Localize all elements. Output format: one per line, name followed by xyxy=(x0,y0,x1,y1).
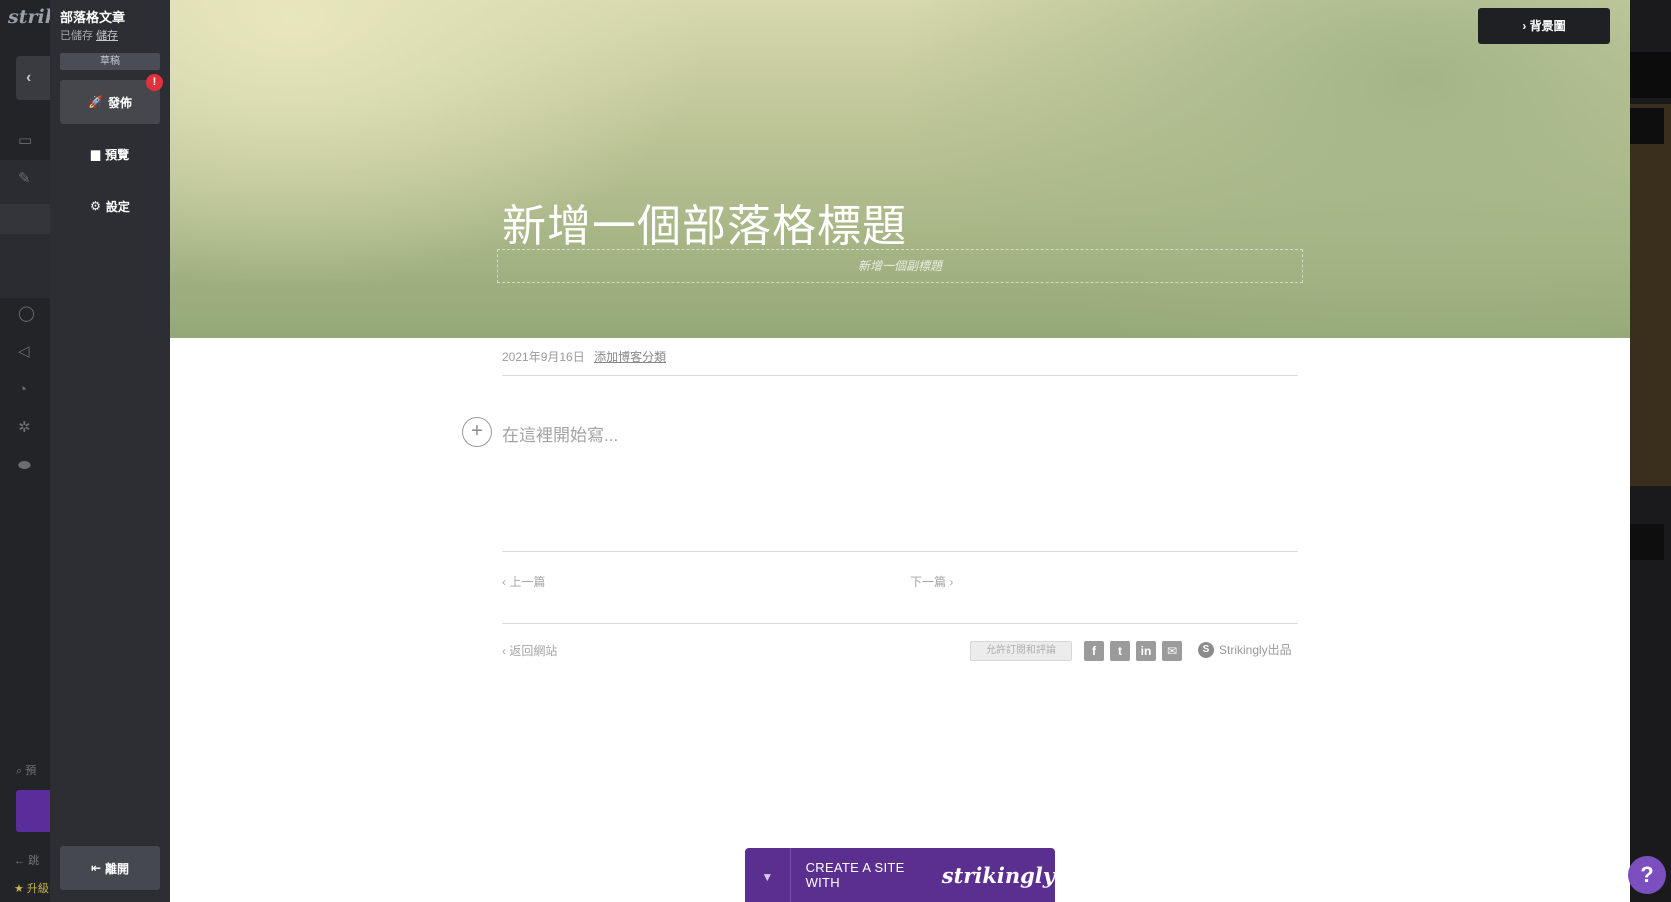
gear-icon: ✲ xyxy=(18,419,31,436)
allow-comments-toggle[interactable]: 允許訂閱和評論 xyxy=(970,641,1072,661)
store-icon: ▭ xyxy=(18,132,33,149)
chart-icon: ◔ xyxy=(18,381,28,398)
background-search-label: 預 xyxy=(25,765,37,777)
exit-icon: ⇤ xyxy=(90,861,102,875)
chevron-down-icon[interactable]: ▼ xyxy=(745,848,791,902)
pen-icon: ✎ xyxy=(18,170,31,187)
add-block-button[interactable]: + xyxy=(462,417,492,447)
previous-post-label: 上一篇 xyxy=(509,575,546,589)
post-date: 2021年9月16日 xyxy=(502,350,585,364)
preview-label: 預覽 xyxy=(105,147,130,162)
strikingly-logo-icon: S xyxy=(1198,641,1214,658)
next-post-link[interactable]: 下一篇 › xyxy=(910,573,953,590)
background-upgrade-link: ★ 升級 xyxy=(14,883,49,895)
back-to-site-label: 返回網站 xyxy=(509,644,558,658)
background-right-panel xyxy=(1630,104,1671,486)
preview-button[interactable]: ▆ 預覽 xyxy=(60,139,160,169)
save-status-text: 已儲存 xyxy=(60,30,93,42)
save-status: 已儲存 儲存 xyxy=(60,27,118,43)
next-post-label: 下一篇 xyxy=(910,575,947,589)
powered-by-label: Strikingly出品 xyxy=(1219,643,1292,657)
settings-label: 設定 xyxy=(105,199,130,214)
blog-post-preview: › 背景圖 新增一個部落格標題 新增一個副標題 2021年9月16日 添加博客分… xyxy=(170,0,1630,902)
subtitle-input[interactable]: 新增一個副標題 xyxy=(497,249,1303,283)
divider xyxy=(502,375,1298,376)
twitter-icon[interactable]: t xyxy=(1110,641,1130,661)
background-bottom-link: ← 跳 xyxy=(14,855,40,867)
leave-label: 離開 xyxy=(105,861,130,876)
back-to-site-link[interactable]: ‹ 返回網站 xyxy=(502,642,557,659)
megaphone-icon: ◁ xyxy=(18,343,30,360)
cta-text: CREATE A SITE WITH xyxy=(805,860,905,890)
leave-button[interactable]: ⇤ 離開 xyxy=(60,846,160,890)
editor-side-panel xyxy=(50,0,170,902)
powered-by[interactable]: S Strikingly出品 xyxy=(1198,641,1292,658)
alert-badge: ! xyxy=(146,74,163,91)
settings-button[interactable]: ⚙ 設定 xyxy=(60,191,160,221)
rocket-icon: 🚀 xyxy=(88,95,103,109)
divider xyxy=(502,623,1298,624)
preview-icon: ▆ xyxy=(90,147,101,161)
user-icon: ◯ xyxy=(18,305,35,322)
post-body-placeholder[interactable]: 在這裡開始寫... xyxy=(502,421,618,446)
background-right-block xyxy=(1630,524,1664,560)
divider xyxy=(502,551,1298,552)
cta-brand: strikingly xyxy=(941,862,1055,888)
facebook-icon[interactable]: f xyxy=(1084,641,1104,661)
background-image-label: 背景圖 xyxy=(1529,19,1566,33)
post-title[interactable]: 新增一個部落格標題 xyxy=(502,190,907,254)
email-icon[interactable]: ✉ xyxy=(1162,641,1182,661)
save-link[interactable]: 儲存 xyxy=(96,30,118,42)
create-site-banner[interactable]: ▼ CREATE A SITE WITH strikingly xyxy=(745,848,1055,902)
add-category-link[interactable]: 添加博客分類 xyxy=(594,350,666,364)
background-upgrade-label: 升級 xyxy=(26,883,49,895)
previous-post-link[interactable]: ‹ 上一篇 xyxy=(502,573,545,590)
publish-button[interactable]: 🚀 發佈 xyxy=(60,80,160,124)
linkedin-icon[interactable]: in xyxy=(1136,641,1156,661)
gear-icon: ⚙ xyxy=(90,199,101,213)
panel-title: 部落格文章 xyxy=(60,10,126,25)
background-image-button[interactable]: › 背景圖 xyxy=(1478,8,1610,44)
draft-badge: 草稿 xyxy=(60,53,160,70)
publish-label: 發佈 xyxy=(107,95,132,110)
background-right-bar xyxy=(1630,52,1671,98)
toggle-icon: ⬬ xyxy=(18,457,31,474)
background-right-block xyxy=(1630,108,1664,144)
hero-section: › 背景圖 新增一個部落格標題 新增一個副標題 xyxy=(170,0,1630,338)
background-bottom-link-label: 跳 xyxy=(28,855,40,867)
post-meta: 2021年9月16日 添加博客分類 xyxy=(502,348,666,365)
background-search: ⌕ 預 xyxy=(16,765,37,777)
help-button[interactable]: ? xyxy=(1628,856,1666,894)
